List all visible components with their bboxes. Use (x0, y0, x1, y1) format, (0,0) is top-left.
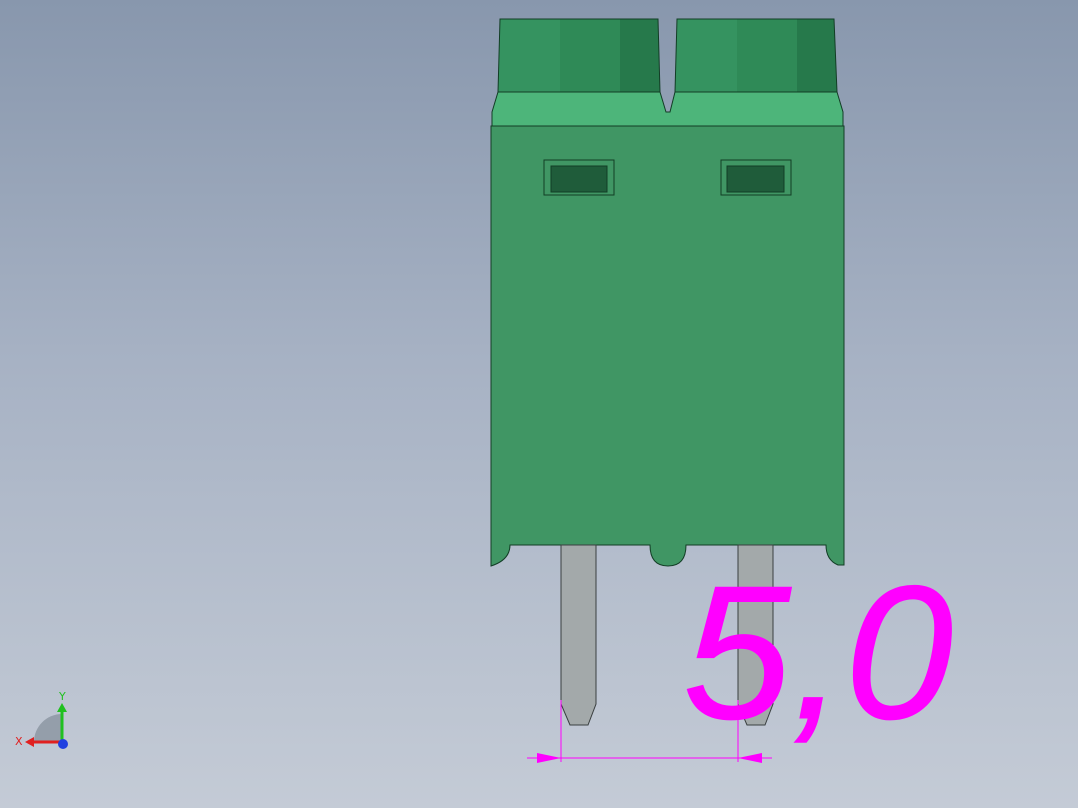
coordinate-triad: X Y (15, 690, 68, 749)
cap-shoulder (491, 91, 844, 127)
arrowhead-left (537, 753, 561, 763)
z-axis-origin (58, 739, 68, 749)
cad-viewport[interactable]: 5,0 X Y (0, 0, 1078, 808)
x-axis-label: X (15, 735, 23, 748)
screw-cap-left (497, 18, 661, 93)
dimension-value: 5,0 (683, 547, 953, 759)
screw-cap-right (674, 18, 838, 93)
solder-pin-left (560, 544, 597, 726)
model-canvas: 5,0 X Y (15, 18, 954, 763)
triad-plane-quadrant (34, 714, 62, 742)
y-axis-label: Y (58, 690, 66, 703)
